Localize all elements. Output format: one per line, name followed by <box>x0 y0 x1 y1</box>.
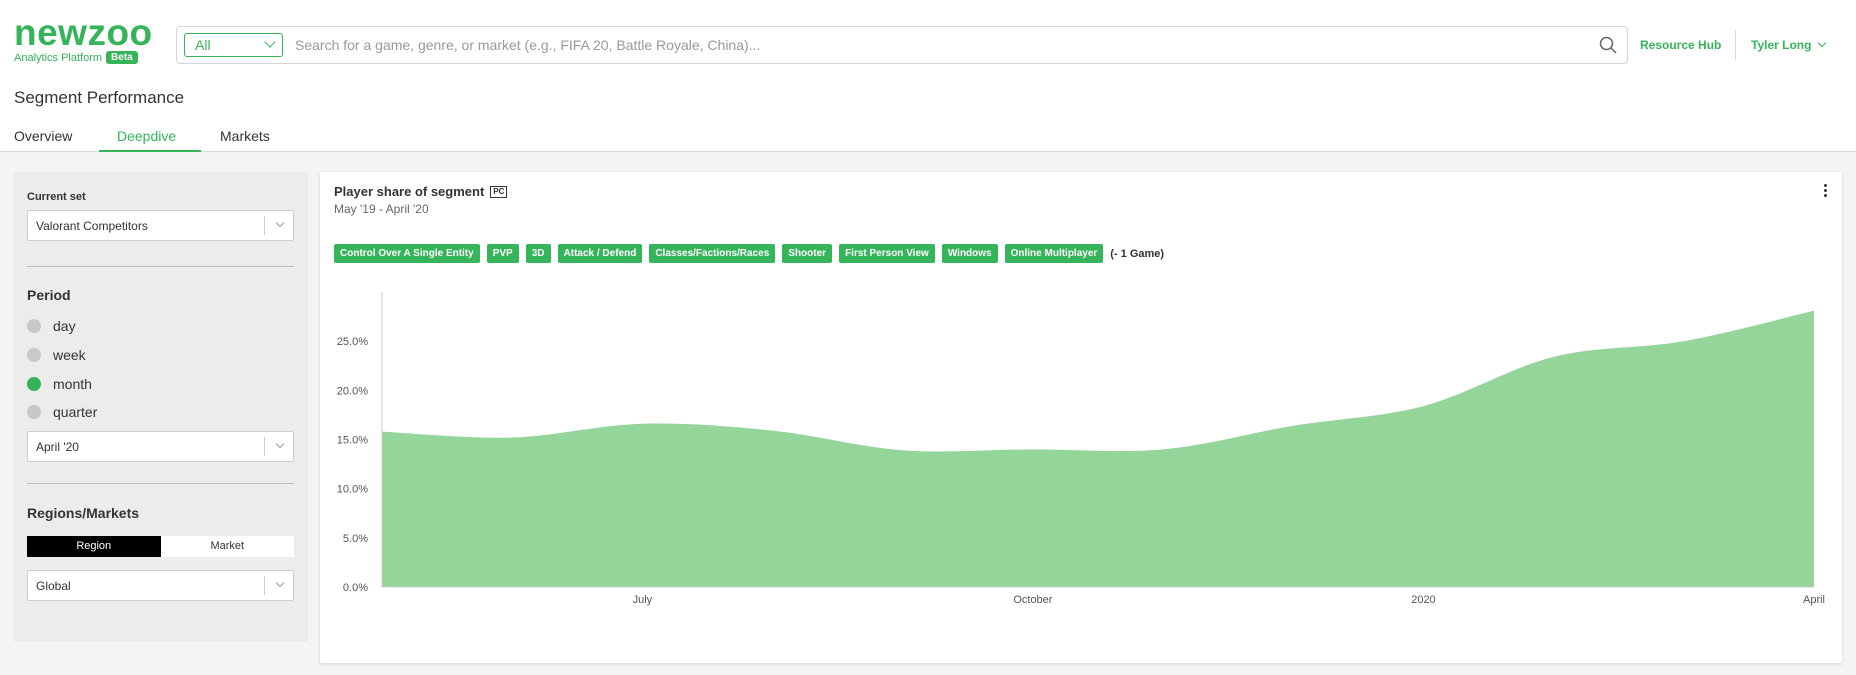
segment-tag: Control Over A Single Entity <box>334 244 480 263</box>
period-option-day[interactable]: day <box>27 318 76 334</box>
period-heading: Period <box>27 287 71 303</box>
data-point[interactable] <box>769 427 777 435</box>
platform-badge: PC <box>490 185 508 198</box>
segment-tag: PVP <box>486 244 519 263</box>
period-value: April '20 <box>36 440 79 454</box>
dropdown-separator <box>264 216 265 235</box>
user-menu[interactable]: Tyler Long <box>1751 38 1827 52</box>
newzoo-logo[interactable]: newzoo Analytics Platform Beta <box>14 12 153 64</box>
period-value-dropdown[interactable]: April '20 <box>27 431 294 462</box>
user-name: Tyler Long <box>1751 38 1812 52</box>
search-input[interactable] <box>295 27 1575 63</box>
chevron-down-icon <box>275 218 285 228</box>
region-toggle-button[interactable]: Region <box>27 536 161 557</box>
data-point[interactable] <box>1289 422 1297 430</box>
data-point[interactable] <box>1680 337 1688 345</box>
series-area[interactable] <box>382 310 1814 587</box>
current-set-label: Current set <box>27 191 86 203</box>
current-set-dropdown[interactable]: Valorant Competitors <box>27 210 294 241</box>
data-point[interactable] <box>1029 445 1037 453</box>
data-point[interactable] <box>899 446 907 454</box>
region-market-toggle: Region Market <box>27 536 294 557</box>
resource-hub-link[interactable]: Resource Hub <box>1640 38 1721 52</box>
segment-tags: Control Over A Single Entity PVP 3D Atta… <box>334 244 1164 263</box>
regions-heading: Regions/Markets <box>27 505 140 521</box>
period-option-label: day <box>53 318 76 334</box>
radio-selected-icon <box>27 377 41 391</box>
x-tick-label: July <box>633 594 653 606</box>
region-dropdown[interactable]: Global <box>27 570 294 601</box>
period-option-week[interactable]: week <box>27 347 86 363</box>
x-tick-label: April <box>1803 594 1825 606</box>
tab-markets[interactable]: Markets <box>220 128 270 144</box>
card-date-range: May '19 - April '20 <box>334 202 429 216</box>
chevron-down-icon <box>264 36 276 48</box>
search-scope-value: All <box>195 37 211 53</box>
period-option-label: week <box>53 347 86 363</box>
dropdown-separator <box>264 576 265 595</box>
chevron-down-icon <box>1818 38 1827 48</box>
data-point[interactable] <box>638 420 646 428</box>
segment-tag: 3D <box>525 244 551 263</box>
segment-tag: Attack / Defend <box>557 244 643 263</box>
player-share-chart: 0.0% 5.0% 10.0% 15.0% 20.0% 25.0% July October 2… <box>337 292 1825 606</box>
y-tick-label: 0.0% <box>343 582 368 594</box>
search-icon[interactable] <box>1599 36 1617 54</box>
data-point[interactable] <box>1550 353 1558 361</box>
segment-tag: First Person View <box>839 244 935 263</box>
page-title: Segment Performance <box>14 88 185 107</box>
game-count: (- 1 Game) <box>1110 247 1165 260</box>
y-tick-label: 20.0% <box>337 385 368 397</box>
header-divider <box>1735 30 1736 60</box>
radio-icon <box>27 405 41 419</box>
y-tick-label: 5.0% <box>343 533 368 545</box>
period-option-label: quarter <box>53 404 98 420</box>
more-options-icon[interactable] <box>1824 184 1828 199</box>
period-option-month[interactable]: month <box>27 376 92 392</box>
chevron-down-icon <box>275 578 285 588</box>
segment-tag: Online Multiplayer <box>1004 244 1104 263</box>
tab-deepdive[interactable]: Deepdive <box>117 128 176 144</box>
period-option-label: month <box>53 376 92 392</box>
y-tick-label: 25.0% <box>337 336 368 348</box>
section-divider <box>27 266 294 267</box>
logo-wordmark: newzoo <box>14 12 153 53</box>
segment-tag: Classes/Factions/Races <box>649 244 776 263</box>
y-tick-label: 10.0% <box>337 484 368 496</box>
logo-subtitle: Analytics Platform <box>14 51 103 64</box>
segment-tag: Shooter <box>782 244 833 263</box>
data-point[interactable] <box>1419 402 1427 410</box>
segment-tag: Windows <box>941 244 998 263</box>
chevron-down-icon <box>275 439 285 449</box>
radio-icon <box>27 348 41 362</box>
filter-sidebar: Current set Valorant Competitors Period … <box>14 172 308 642</box>
data-point[interactable] <box>1159 445 1167 453</box>
data-point[interactable] <box>1810 307 1818 315</box>
search-bar: All <box>176 26 1628 64</box>
current-set-value: Valorant Competitors <box>36 219 148 233</box>
active-tab-indicator <box>99 150 201 152</box>
y-tick-label: 15.0% <box>337 435 368 447</box>
card-title-text: Player share of segment <box>334 184 485 199</box>
search-scope-dropdown[interactable]: All <box>184 33 283 57</box>
radio-icon <box>27 319 41 333</box>
top-header: newzoo Analytics Platform Beta All Resou… <box>0 0 1856 152</box>
tab-overview[interactable]: Overview <box>14 128 72 144</box>
dropdown-separator <box>264 437 265 456</box>
player-share-card: Player share of segment PC May '19 - Apr… <box>320 172 1842 663</box>
market-toggle-button[interactable]: Market <box>160 536 294 557</box>
x-tick-label: October <box>1013 594 1052 606</box>
beta-badge: Beta <box>106 51 138 64</box>
card-title: Player share of segment PC <box>334 184 508 199</box>
data-point[interactable] <box>508 434 516 442</box>
section-divider <box>27 483 294 484</box>
x-tick-label: 2020 <box>1411 594 1435 606</box>
region-value: Global <box>36 579 71 593</box>
period-option-quarter[interactable]: quarter <box>27 404 97 420</box>
